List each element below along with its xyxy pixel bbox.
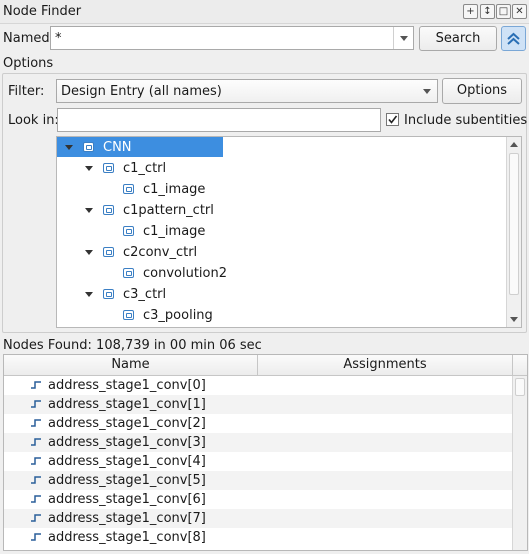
entity-icon (123, 184, 134, 194)
entity-icon (123, 310, 134, 320)
node-name: address_stage1_conv[1] (48, 397, 206, 412)
search-button-label: Search (435, 31, 481, 46)
entity-icon (103, 205, 114, 215)
tree-item-label: c1_image (143, 182, 206, 197)
node-name: address_stage1_conv[7] (48, 511, 206, 526)
node-name: address_stage1_conv[8] (48, 530, 206, 545)
entity-icon (83, 142, 94, 152)
include-subentities-checkbox[interactable] (386, 113, 399, 126)
search-button[interactable]: Search (419, 26, 497, 51)
checkmark-icon (388, 115, 398, 124)
tree-item-label: c3_ctrl (123, 287, 167, 302)
table-row[interactable]: address_stage1_conv[4] (4, 452, 513, 471)
tree-item[interactable]: convolution2 (57, 263, 505, 283)
pin-signal-icon (31, 476, 41, 484)
table-row[interactable]: address_stage1_conv[1] (4, 395, 513, 414)
tree-item[interactable]: c1pattern_ctrl (57, 200, 505, 220)
table-row[interactable]: address_stage1_conv[3] (4, 433, 513, 452)
node-name: address_stage1_conv[0] (48, 378, 206, 393)
node-name: address_stage1_conv[5] (48, 473, 206, 488)
tree-item-label: c1_ctrl (123, 161, 167, 176)
pin-icon[interactable]: ↕ (480, 4, 495, 19)
hierarchy-tree[interactable]: CNN c1_ctrl c1_image c1pattern_ctrl c1_image… (56, 136, 522, 328)
add-icon[interactable]: + (463, 4, 478, 19)
entity-icon (103, 163, 114, 173)
named-combo[interactable]: * (50, 26, 414, 50)
pin-signal-icon (31, 457, 41, 465)
entity-icon (103, 289, 114, 299)
table-row[interactable]: address_stage1_conv[7] (4, 509, 513, 528)
header-corner (513, 355, 527, 376)
pin-signal-icon (31, 381, 41, 389)
tree-item-label: c1_image (143, 224, 206, 239)
tree-item[interactable]: c1_image (57, 179, 505, 199)
table-row[interactable]: address_stage1_conv[5] (4, 471, 513, 490)
tree-item[interactable]: CNN (57, 137, 223, 157)
named-label: Named: (3, 31, 54, 46)
options-button[interactable]: Options (442, 78, 522, 104)
include-subentities-label[interactable]: Include subentities (404, 113, 527, 128)
tree-item-label: c3_pooling (143, 308, 213, 323)
results-table[interactable]: Name Assignments address_stage1_conv[0]a… (3, 354, 528, 551)
node-name: address_stage1_conv[6] (48, 492, 206, 507)
pin-signal-icon (31, 495, 41, 503)
tree-scrollbar[interactable] (506, 137, 521, 327)
window-title: Node Finder (3, 4, 82, 19)
chevron-down-icon (423, 88, 431, 94)
column-header-name[interactable]: Name (4, 355, 258, 376)
filter-select[interactable]: Design Entry (all names) (56, 79, 438, 103)
expand-toggle-icon[interactable] (85, 208, 93, 213)
table-row[interactable]: address_stage1_conv[8] (4, 528, 513, 547)
tree-item-label: convolution2 (143, 266, 228, 281)
tree-item[interactable]: c2conv_ctrl (57, 242, 505, 262)
chevron-down-icon (399, 35, 408, 41)
lookin-label: Look in: (8, 113, 59, 128)
expand-toggle-icon[interactable] (65, 145, 73, 150)
tree-scroll-thumb[interactable] (509, 153, 519, 295)
table-row[interactable]: address_stage1_conv[6] (4, 490, 513, 509)
results-scroll-thumb[interactable] (515, 378, 525, 396)
tree-item-label: c1pattern_ctrl (123, 203, 214, 218)
tree-item[interactable]: c1_image (57, 221, 505, 241)
tree-item[interactable]: c1_ctrl (57, 158, 505, 178)
entity-icon (123, 226, 134, 236)
node-name: address_stage1_conv[3] (48, 435, 206, 450)
nodes-found-summary: Nodes Found: 108,739 in 00 min 06 sec (3, 338, 262, 353)
named-input[interactable]: * (55, 31, 62, 46)
entity-icon (103, 247, 114, 257)
table-row[interactable]: address_stage1_conv[2] (4, 414, 513, 433)
named-dropdown-arrow[interactable] (393, 27, 413, 49)
options-button-label: Options (456, 83, 508, 98)
double-chevron-up-icon[interactable] (501, 26, 526, 51)
scroll-down-icon[interactable] (510, 317, 518, 322)
scroll-up-icon[interactable] (510, 142, 518, 147)
pin-signal-icon (31, 438, 41, 446)
close-icon[interactable]: ✕ (512, 4, 527, 19)
pin-signal-icon (31, 533, 41, 541)
pin-signal-icon (31, 419, 41, 427)
pin-signal-icon (31, 514, 41, 522)
filter-label: Filter: (8, 84, 45, 99)
tree-item-label: c2conv_ctrl (123, 245, 198, 260)
pin-signal-icon (31, 400, 41, 408)
results-scrollbar[interactable] (512, 376, 527, 550)
tree-item[interactable]: c3_ctrl (57, 284, 505, 304)
tree-item[interactable]: c3_pooling (57, 305, 505, 325)
expand-toggle-icon[interactable] (85, 250, 93, 255)
entity-icon (123, 268, 134, 278)
filter-dropdown-arrow[interactable] (417, 80, 437, 102)
column-header-assignments[interactable]: Assignments (258, 355, 513, 376)
tree-item-label: CNN (103, 140, 132, 155)
lookin-input[interactable] (57, 108, 381, 132)
table-row[interactable]: address_stage1_conv[0] (4, 376, 513, 395)
expand-toggle-icon[interactable] (85, 166, 93, 171)
options-section-label: Options (3, 56, 54, 71)
filter-value: Design Entry (all names) (61, 84, 222, 99)
restore-icon[interactable]: □ (496, 4, 511, 19)
node-name: address_stage1_conv[2] (48, 416, 206, 431)
node-name: address_stage1_conv[4] (48, 454, 206, 469)
expand-toggle-icon[interactable] (85, 292, 93, 297)
